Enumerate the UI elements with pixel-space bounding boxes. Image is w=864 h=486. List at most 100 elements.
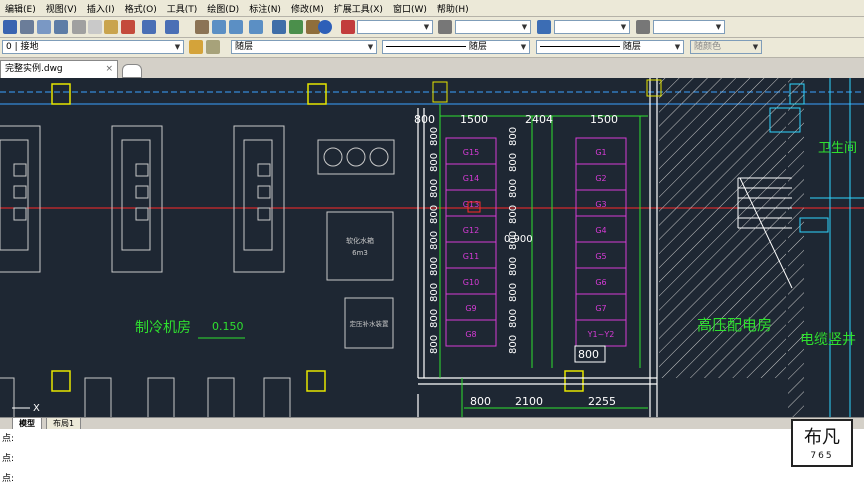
cabinet-label: G15 bbox=[463, 148, 479, 157]
plotstyle-value: 随颜色 bbox=[694, 42, 722, 52]
layers-toolbar: 0 | 接地 ▼ 随层 ▼ 随层 ▼ 随层 ▼ 随颜色 ▼ bbox=[0, 38, 864, 58]
color-value: 随层 bbox=[235, 42, 254, 52]
copy-icon[interactable] bbox=[88, 20, 102, 34]
bottom-pumps bbox=[0, 377, 291, 417]
lineweight-combo[interactable]: 随层 ▼ bbox=[536, 40, 684, 54]
close-icon[interactable]: × bbox=[105, 61, 113, 77]
side-dim-label: 800 bbox=[508, 257, 519, 276]
menu-item-7[interactable]: 修改(M) bbox=[286, 2, 329, 15]
side-dim-label: 800 bbox=[429, 283, 440, 302]
pump-circle bbox=[346, 147, 366, 167]
cabinet-label: G6 bbox=[595, 278, 606, 287]
print-icon[interactable] bbox=[20, 20, 34, 34]
cabinet-label: G1 bbox=[595, 148, 606, 157]
menu-item-3[interactable]: 格式(O) bbox=[120, 2, 162, 15]
layer-previous-icon[interactable] bbox=[206, 40, 220, 54]
publish-icon[interactable] bbox=[54, 20, 68, 34]
pan-icon[interactable] bbox=[195, 20, 209, 34]
menu-item-5[interactable]: 绘图(D) bbox=[202, 2, 244, 15]
cabinet-label: G12 bbox=[463, 226, 479, 235]
side-dim-label: 800 bbox=[508, 309, 519, 328]
plotstyle-combo[interactable]: 随颜色 ▼ bbox=[690, 40, 762, 54]
text-style-combo[interactable]: ▼ bbox=[357, 20, 433, 34]
side-dim-label: 800 bbox=[508, 283, 519, 302]
color-combo[interactable]: 随层 ▼ bbox=[231, 40, 377, 54]
menu-item-6[interactable]: 标注(N) bbox=[244, 2, 286, 15]
menu-item-0[interactable]: 编辑(E) bbox=[0, 2, 41, 15]
new-tab-button[interactable] bbox=[122, 64, 142, 78]
pump-group bbox=[317, 139, 395, 175]
side-dim-label: 800 bbox=[429, 231, 440, 250]
layer-name: 0 | 接地 bbox=[6, 42, 39, 52]
standard-toolbar: ▼ ▼ ▼ ▼ bbox=[0, 17, 864, 38]
document-tab[interactable]: 完整实例.dwg × bbox=[0, 60, 118, 78]
cabinet-label: G8 bbox=[465, 330, 476, 339]
side-dim-label: 800 bbox=[429, 205, 440, 224]
cabinet-label: G14 bbox=[463, 174, 479, 183]
ucs-x-label: X bbox=[33, 403, 40, 414]
layer-combo[interactable]: 0 | 接地 ▼ bbox=[2, 40, 184, 54]
multileader-style-combo[interactable]: ▼ bbox=[653, 20, 725, 34]
side-dim-label: 800 bbox=[508, 179, 519, 198]
match-properties-icon[interactable] bbox=[121, 20, 135, 34]
room-label-hv: 高压配电房 bbox=[697, 316, 772, 334]
paste-icon[interactable] bbox=[104, 20, 118, 34]
command-history-line: 点: bbox=[2, 434, 15, 444]
menu-item-2[interactable]: 插入(I) bbox=[82, 2, 120, 15]
multileader-style-icon bbox=[636, 20, 650, 34]
table-style-combo[interactable]: ▼ bbox=[554, 20, 630, 34]
menu-item-4[interactable]: 工具(T) bbox=[162, 2, 203, 15]
command-history-line: 点: bbox=[2, 454, 15, 464]
room-label-wc: 卫生间 bbox=[818, 141, 857, 156]
menu-item-10[interactable]: 帮助(H) bbox=[432, 2, 474, 15]
layer-manager-icon[interactable] bbox=[189, 40, 203, 54]
help-icon[interactable] bbox=[318, 20, 332, 34]
save-icon[interactable] bbox=[3, 20, 17, 34]
pressure-label: 定压补水装置 bbox=[350, 319, 390, 328]
dim-top-1: 1500 bbox=[460, 113, 488, 126]
dim-style-combo[interactable]: ▼ bbox=[455, 20, 531, 34]
menu-item-9[interactable]: 窗口(W) bbox=[388, 2, 432, 15]
side-dim-label: 800 bbox=[429, 257, 440, 276]
cabinet-label: Y1~Y2 bbox=[587, 330, 615, 339]
softwater-label: 软化水箱 bbox=[346, 236, 374, 245]
cabinet-label: G11 bbox=[463, 252, 479, 261]
cabinet-label: G9 bbox=[465, 304, 476, 313]
menu-item-1[interactable]: 视图(V) bbox=[41, 2, 82, 15]
undo-icon[interactable] bbox=[142, 20, 156, 34]
dim-top-0: 800 bbox=[414, 113, 435, 126]
text-style-icon bbox=[341, 20, 355, 34]
properties-icon[interactable] bbox=[272, 20, 286, 34]
side-dim-label: 800 bbox=[429, 309, 440, 328]
dim-style-icon bbox=[438, 20, 452, 34]
design-center-icon[interactable] bbox=[289, 20, 303, 34]
column bbox=[564, 370, 584, 392]
dim-top-2: 2404 bbox=[525, 113, 553, 126]
side-dims-left: 800 800 800 800 800 800 800 800 800 bbox=[429, 127, 440, 354]
cut-icon[interactable] bbox=[72, 20, 86, 34]
side-dim-label: 800 bbox=[429, 127, 440, 146]
column bbox=[307, 83, 327, 105]
menu-item-8[interactable]: 扩展工具(X) bbox=[329, 2, 388, 15]
cabinet-column-left: G15 G14 G13 G12 G11 G10 G9 G8 bbox=[445, 137, 497, 347]
cabinet-label: G7 bbox=[595, 304, 606, 313]
side-dim-label: 800 bbox=[508, 127, 519, 146]
zoom-window-icon[interactable] bbox=[229, 20, 243, 34]
room-label-chiller: 制冷机房 bbox=[135, 320, 191, 336]
cabinet-label: G3 bbox=[595, 200, 606, 209]
side-dim-label: 800 bbox=[429, 153, 440, 172]
cabinet-label: G5 bbox=[595, 252, 606, 261]
tab-model-label: 模型 bbox=[19, 419, 35, 428]
zoom-realtime-icon[interactable] bbox=[212, 20, 226, 34]
preview-icon[interactable] bbox=[37, 20, 51, 34]
dim-bottom-2: 2255 bbox=[588, 395, 616, 408]
drawing-canvas[interactable]: 软化水箱 6m3 定压补水装置 制冷机房 0.150 X G15 G14 G13… bbox=[0, 78, 864, 417]
command-line-area[interactable]: 点: 点: 点: bbox=[0, 429, 864, 486]
command-prompt: 点: bbox=[2, 474, 15, 484]
redo-icon[interactable] bbox=[165, 20, 179, 34]
zoom-previous-icon[interactable] bbox=[249, 20, 263, 34]
document-tab-bar: 完整实例.dwg × bbox=[0, 58, 864, 78]
cad-drawing: 软化水箱 6m3 定压补水装置 制冷机房 0.150 X G15G14G13G1… bbox=[0, 78, 864, 417]
linetype-combo[interactable]: 随层 ▼ bbox=[382, 40, 530, 54]
chiller-units bbox=[0, 125, 285, 273]
